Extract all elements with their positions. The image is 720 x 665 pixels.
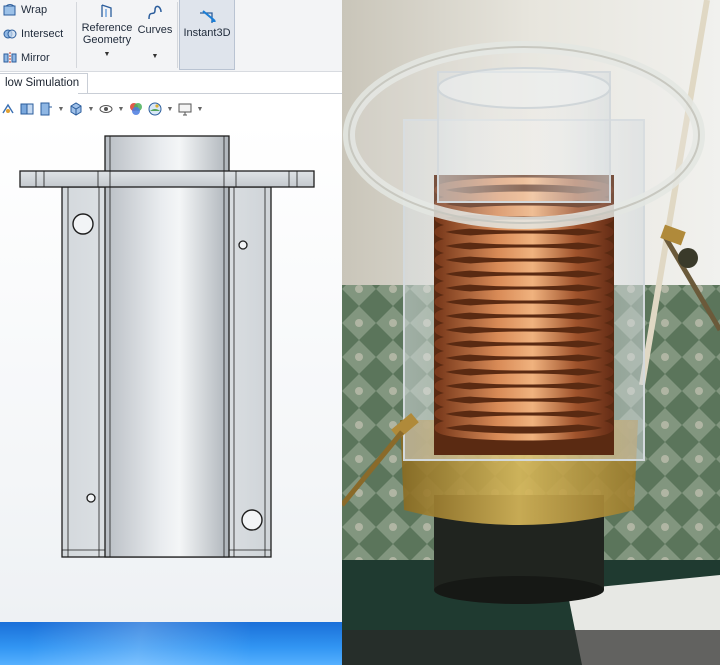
port-hole <box>86 493 96 503</box>
top-flange <box>19 170 315 188</box>
port-hole <box>241 509 263 531</box>
prototype-photo-drawing <box>342 0 720 665</box>
windows-taskbar[interactable] <box>0 622 342 665</box>
prototype-photo <box>342 0 720 665</box>
cad-model[interactable] <box>0 0 342 622</box>
taskbar-glow <box>30 622 250 665</box>
inner-pipe <box>104 135 230 558</box>
cad-window: Wrap Intersect Mirror Reference Geometry… <box>0 0 342 665</box>
port-hole <box>72 213 94 235</box>
port-hole <box>238 240 248 250</box>
